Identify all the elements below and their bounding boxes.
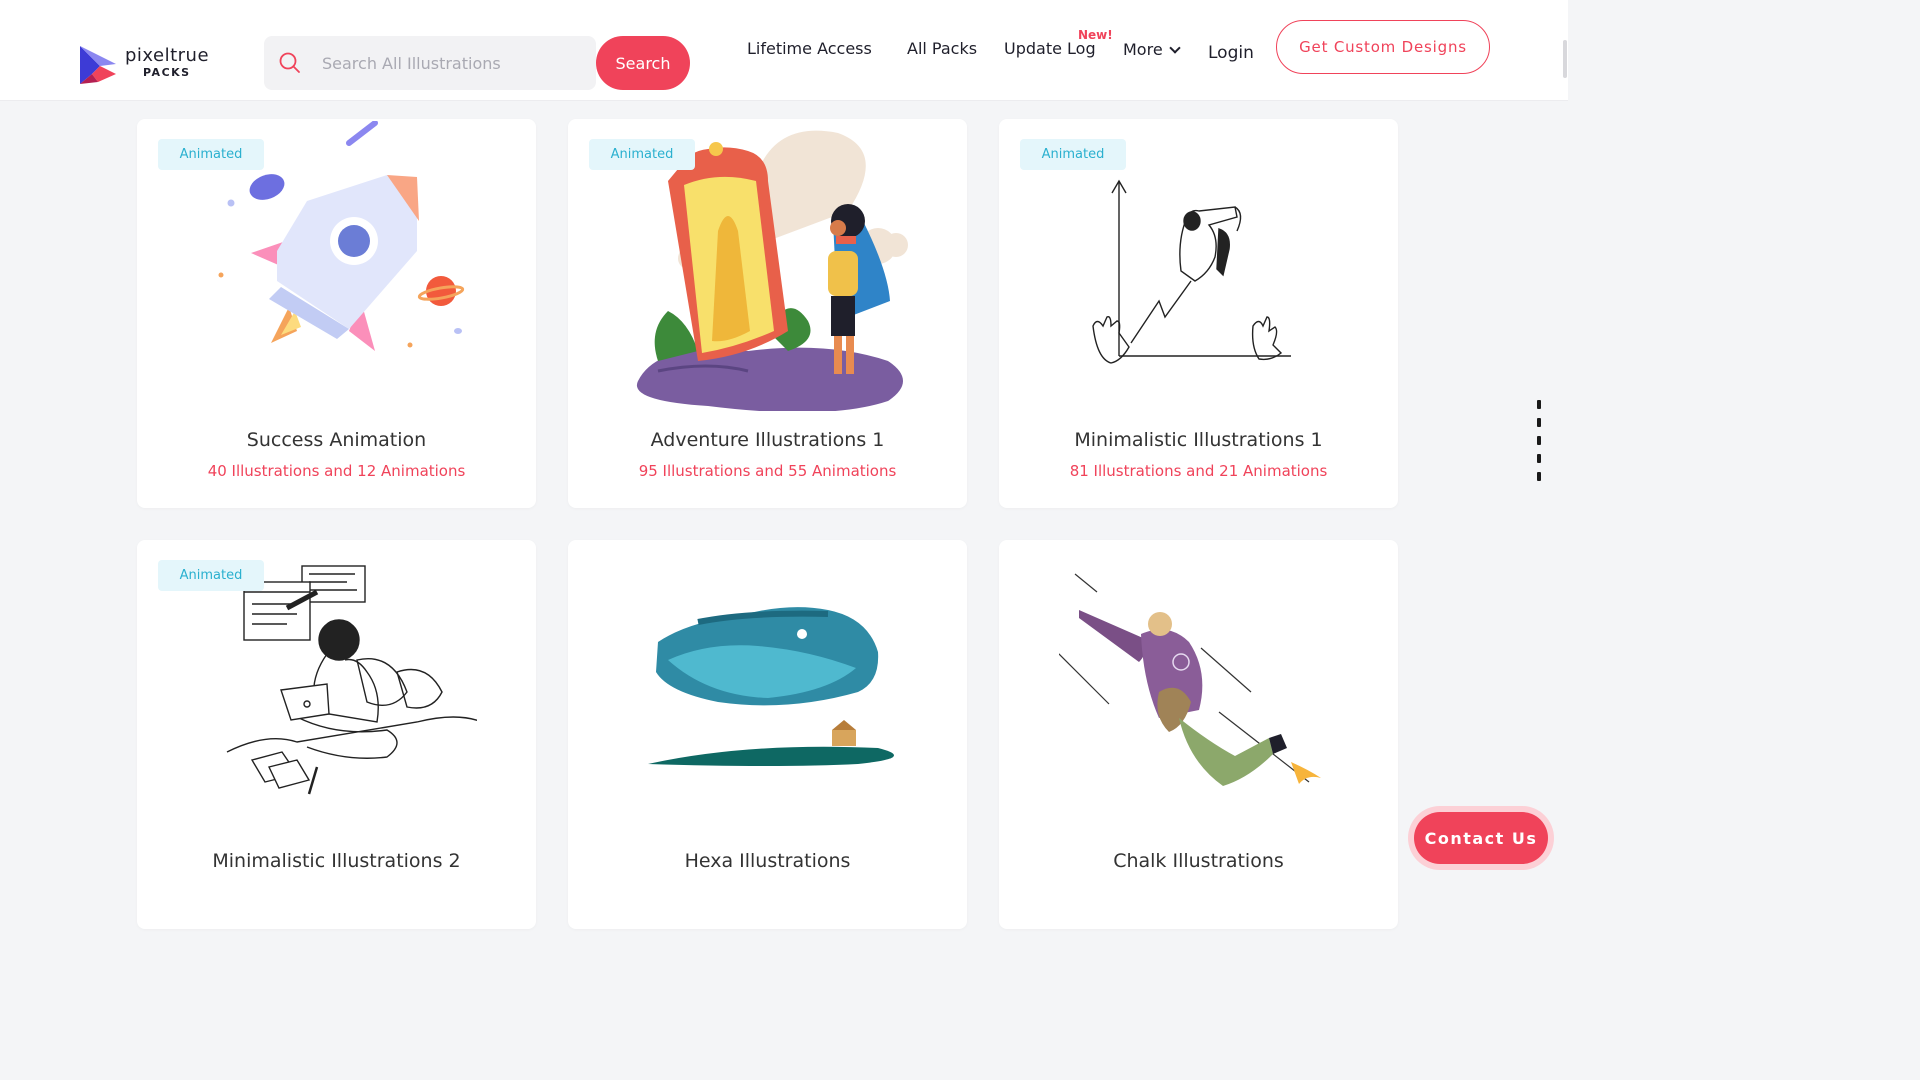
animated-badge: Animated	[158, 139, 264, 170]
pack-count: 81 Illustrations and 21 Animations	[1069, 462, 1328, 480]
pack-count: 95 Illustrations and 55 Animations	[638, 462, 897, 480]
search-input[interactable]	[322, 36, 592, 90]
scroll-indicator-dash	[1537, 472, 1541, 481]
pack-title: Chalk Illustrations	[1113, 850, 1284, 872]
get-custom-designs-button[interactable]: Get Custom Designs	[1276, 20, 1490, 74]
scroll-indicator-dash	[1537, 400, 1541, 409]
pack-title: Adventure Illustrations 1	[650, 429, 885, 451]
animated-badge: Animated	[158, 560, 264, 591]
scroll-indicator-dash	[1537, 418, 1541, 427]
animated-badge: Animated	[1020, 139, 1126, 170]
pack-card[interactable]: Animated Adventure Illustrations 1 95 Il…	[568, 119, 967, 508]
brand-subtitle: PACKS	[143, 66, 191, 79]
search-box	[264, 36, 596, 90]
pack-card[interactable]: Animated Minimalistic Illustrations 1 81…	[999, 119, 1398, 508]
animated-badge: Animated	[589, 139, 695, 170]
pack-card[interactable]: Animated Success Animation 40 Illustrati…	[137, 119, 536, 508]
scrollbar-thumb[interactable]	[1563, 40, 1567, 78]
nav-more-dropdown[interactable]: More	[1123, 40, 1181, 59]
pack-count: 40 Illustrations and 12 Animations	[207, 462, 466, 480]
pack-card[interactable]: Hexa Illustrations	[568, 540, 967, 929]
brand-name: pixeltrue	[125, 45, 210, 66]
pixeltrue-logo-icon[interactable]	[78, 44, 118, 86]
nav-all-packs[interactable]: All Packs	[907, 39, 977, 58]
pack-title: Minimalistic Illustrations 1	[1074, 429, 1323, 451]
chevron-down-icon	[1169, 42, 1181, 54]
search-button[interactable]: Search	[596, 36, 690, 90]
nav-login[interactable]: Login	[1208, 43, 1254, 63]
pack-title: Hexa Illustrations	[684, 850, 851, 872]
contact-us-button[interactable]: Contact Us	[1414, 812, 1548, 864]
flying-man-illustration	[1059, 573, 1321, 786]
scroll-indicator-dash	[1537, 454, 1541, 463]
floating-island-illustration	[648, 607, 894, 766]
pack-title: Success Animation	[246, 429, 427, 451]
pack-title: Minimalistic Illustrations 2	[212, 850, 461, 872]
brand-wordmark[interactable]: pixeltrue PACKS	[125, 46, 209, 80]
pack-card[interactable]: Animated Minimalistic Illustrations 2	[137, 540, 536, 929]
site-header: pixeltrue PACKS Search Lifetime Access A…	[0, 0, 1568, 101]
search-icon	[279, 52, 300, 73]
nav-lifetime-access[interactable]: Lifetime Access	[747, 39, 872, 58]
nav-more-label: More	[1123, 40, 1163, 59]
nav-update-log[interactable]: Update Log	[1004, 39, 1096, 58]
scroll-indicator-dash	[1537, 436, 1541, 445]
pack-card[interactable]: Chalk Illustrations	[999, 540, 1398, 929]
